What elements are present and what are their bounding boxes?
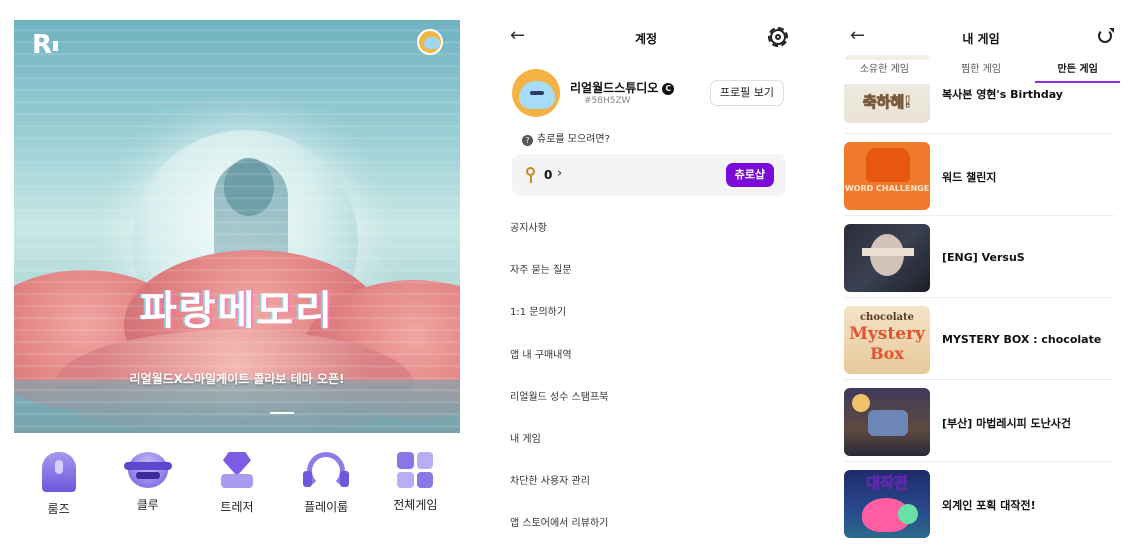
game-title: 복사본 영현's Birthday xyxy=(942,88,1063,101)
app-logo: R xyxy=(32,30,59,60)
churo-shop-button[interactable]: 츄로샵 xyxy=(725,163,774,187)
list-item[interactable]: WORD CHALLENGE 워드 챌린지 xyxy=(844,134,1114,216)
user-avatar-icon[interactable] xyxy=(417,29,443,55)
banner-headline: 파랑메모리 xyxy=(140,288,334,334)
game-thumbnail xyxy=(844,388,930,456)
view-profile-button[interactable]: 프로필 보기 xyxy=(709,80,784,106)
profile-name: 리얼월드스튜디오 C xyxy=(570,79,675,96)
churo-balance-card: 0 › 츄로샵 xyxy=(512,154,786,196)
quick-menu-treasure[interactable]: 트레저 xyxy=(197,450,277,520)
game-thumbnail: 대작전 xyxy=(844,470,930,538)
refresh-icon[interactable] xyxy=(1098,28,1114,43)
creator-badge-icon: C xyxy=(662,83,675,95)
account-panel: ← 계정 리얼월드스튜디오 C #58H5ZW 프로필 보기 ? 츄로를 모으려면?… xyxy=(496,20,796,557)
my-games-panel: ← 내 게임 축하해! 복사본 영현's Birthday WORD CHALL… xyxy=(836,20,1126,557)
thumbnail-text: Box xyxy=(870,344,904,363)
list-item[interactable]: chocolate Mystery Box MYSTERY BOX : choc… xyxy=(844,298,1114,380)
game-title: 워드 챌린지 xyxy=(942,171,997,184)
page-title: 계정 xyxy=(634,32,658,46)
game-title: [부산] 마법레시피 도난사건 xyxy=(942,417,1072,430)
all-games-icon xyxy=(397,452,434,488)
menu-item-stampbook[interactable]: 리얼월드 성수 스탬프북 xyxy=(510,385,790,427)
event-banner[interactable]: R 파랑메모리 리얼월드X스마일게이트 콜라보 테마 오픈! xyxy=(14,20,460,433)
quick-menu: 룸즈 클루 트레저 플레이룸 전체게임 xyxy=(14,450,460,520)
quick-menu-label: 트레저 xyxy=(220,500,254,514)
carousel-indicator xyxy=(270,412,294,414)
game-list: 축하해! 복사본 영현's Birthday WORD CHALLENGE 워드… xyxy=(844,55,1114,544)
game-thumbnail: chocolate Mystery Box xyxy=(844,306,930,374)
my-games-header: ← 내 게임 xyxy=(836,20,1126,54)
clue-icon xyxy=(123,452,172,488)
quick-menu-rooms[interactable]: 룸즈 xyxy=(19,450,99,520)
quick-menu-all-games[interactable]: 전체게임 xyxy=(375,450,455,520)
banner-subline: 리얼월드X스마일게이트 콜라보 테마 오픈! xyxy=(129,372,345,386)
thumbnail-text: 대작전 xyxy=(866,474,908,493)
thumbnail-figure xyxy=(898,504,918,524)
game-thumbnail: WORD CHALLENGE xyxy=(844,142,930,210)
profile-code: #58H5ZW xyxy=(584,96,631,106)
quick-menu-label: 플레이룸 xyxy=(304,500,349,514)
avatar xyxy=(512,69,560,117)
thumbnail-text: 축하해! xyxy=(862,93,912,112)
profile-card: 리얼월드스튜디오 C #58H5ZW 프로필 보기 xyxy=(512,69,792,119)
tab-wishlist[interactable]: 찜한 게임 xyxy=(933,60,1030,84)
gear-icon[interactable] xyxy=(768,27,788,47)
churo-count[interactable]: 0 xyxy=(544,168,552,182)
quick-menu-clue[interactable]: 클루 xyxy=(108,450,188,520)
menu-item-blocked-users[interactable]: 차단한 사용자 관리 xyxy=(510,469,790,511)
account-menu: 공지사항 자주 묻는 질문 1:1 문의하기 앱 내 구매내역 리얼월드 성수 … xyxy=(510,216,790,554)
tab-created[interactable]: 만든 게임 xyxy=(1029,60,1126,84)
game-title: MYSTERY BOX : chocolate xyxy=(942,333,1102,346)
my-games-tabs: 소유한 게임 찜한 게임 만든 게임 xyxy=(836,60,1126,84)
tab-owned[interactable]: 소유한 게임 xyxy=(836,60,933,84)
treasure-icon xyxy=(218,452,256,490)
list-item[interactable]: 대작전 외계인 포획 대작전! xyxy=(844,462,1114,544)
list-item[interactable]: [ENG] VersuS xyxy=(844,216,1114,298)
thumbnail-text: Mystery xyxy=(849,324,925,344)
menu-item-my-games[interactable]: 내 게임 xyxy=(510,427,790,469)
account-header: ← 계정 xyxy=(496,20,796,54)
thumbnail-figure xyxy=(868,410,908,436)
menu-item-purchases[interactable]: 앱 내 구매내역 xyxy=(510,343,790,385)
quick-menu-label: 전체게임 xyxy=(393,498,438,512)
game-title: [ENG] VersuS xyxy=(942,251,1025,264)
thumbnail-text: WORD CHALLENGE xyxy=(844,184,930,193)
menu-item-inquiry[interactable]: 1:1 문의하기 xyxy=(510,300,790,342)
thumbnail-figure xyxy=(866,148,910,182)
quick-menu-label: 룸즈 xyxy=(47,502,70,516)
home-panel: R 파랑메모리 리얼월드X스마일게이트 콜라보 테마 오픈! 룸즈 클루 트레저… xyxy=(14,20,460,557)
rooms-icon xyxy=(41,452,76,492)
churo-icon xyxy=(526,167,535,183)
menu-item-faq[interactable]: 자주 묻는 질문 xyxy=(510,258,790,300)
menu-item-app-review[interactable]: 앱 스토어에서 리뷰하기 xyxy=(510,511,790,553)
page-title: 내 게임 xyxy=(962,32,1000,46)
playroom-icon xyxy=(303,452,350,490)
churo-help-link[interactable]: ? 츄로를 모으려면? xyxy=(522,130,610,146)
thumbnail-figure xyxy=(852,394,870,412)
menu-item-notices[interactable]: 공지사항 xyxy=(510,216,790,258)
quick-menu-playroom[interactable]: 플레이룸 xyxy=(286,450,366,520)
game-thumbnail xyxy=(844,224,930,292)
thumbnail-text: chocolate xyxy=(859,312,915,323)
game-title: 외계인 포획 대작전! xyxy=(942,499,1036,512)
thumbnail-figure xyxy=(862,248,914,256)
question-icon: ? xyxy=(522,135,533,146)
chevron-right-icon[interactable]: › xyxy=(557,166,562,181)
quick-menu-label: 클루 xyxy=(136,498,159,512)
list-item[interactable]: [부산] 마법레시피 도난사건 xyxy=(844,380,1114,462)
